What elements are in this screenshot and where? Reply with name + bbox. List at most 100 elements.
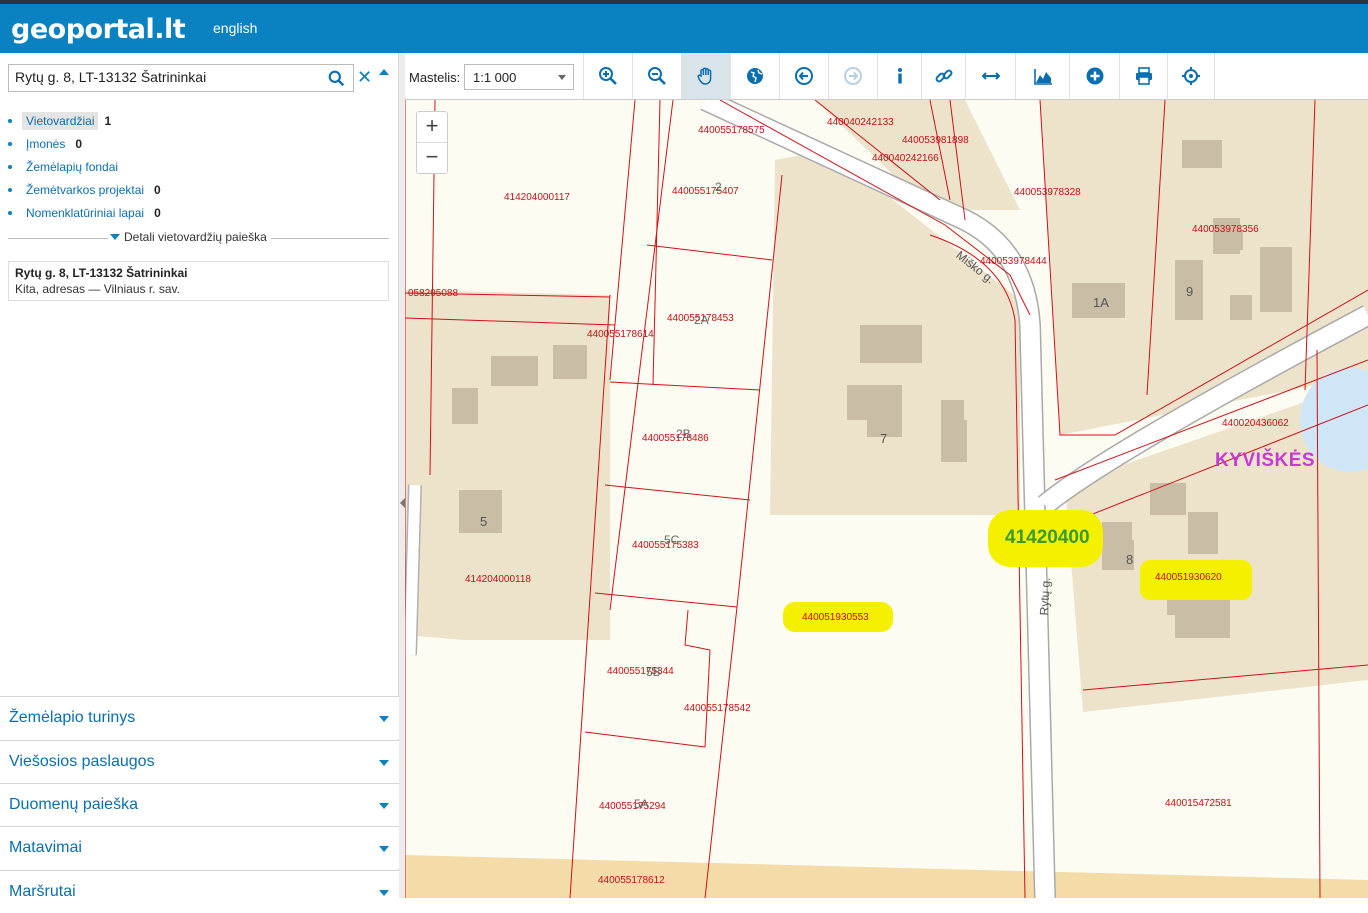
terrain-profile-icon [1033,69,1052,85]
map-toolbar: Mastelis: 1:1 000 [405,53,1368,100]
parcel-label[interactable]: 440015472581 [1165,798,1232,809]
parcel-label[interactable]: 440020436062 [1222,418,1289,429]
previous-extent-button[interactable] [779,53,828,99]
search-result-card[interactable]: Rytų g. 8, LT-13132 Šatrininkai Kita, ad… [8,261,389,301]
result-category-land-projects[interactable]: Žemėtvarkos projektai 0 [8,178,161,201]
result-category-nomenclature[interactable]: Nomenklatūriniai lapai 0 [8,201,161,224]
bullet [8,187,12,192]
category-label[interactable]: Įmonės [22,135,69,153]
map-zoom-control: + − [416,111,448,174]
globe-button[interactable] [730,53,779,99]
scale-label: Mastelis: [409,70,461,85]
hand-icon [697,67,712,85]
parcel-label[interactable]: 440051930620 [1155,572,1222,583]
parcel-label[interactable]: 440053978328 [1014,187,1081,198]
map-zoom-out-button[interactable]: − [417,142,447,172]
parcel-label[interactable]: 440055175407 [672,186,739,197]
accordion-data-search[interactable]: Duomenų paieška [0,783,399,826]
info-button[interactable] [877,53,921,99]
parcel-label[interactable]: 440055178614 [587,329,654,340]
parcel-label[interactable]: 058295088 [408,288,458,299]
caret-down-icon [379,846,389,852]
map-zoom-in-button[interactable]: + [417,112,447,142]
parcel-label[interactable]: 440040242166 [872,153,939,164]
locate-button[interactable] [1167,53,1215,99]
parcel-label[interactable]: 440055175344 [607,666,674,677]
result-title: Rytų g. 8, LT-13132 Šatrininkai [15,266,188,280]
result-category-companies[interactable]: Įmonės 0 [8,132,161,155]
geoportal-logo[interactable]: geoportal.lt [11,14,186,45]
detail-search-toggle[interactable]: Detali vietovardžių paieška [108,230,271,244]
accordion-public-services[interactable]: Viešosios paslaugos [0,740,399,783]
map-canvas[interactable]: 440055178575 440040242133 440053981898 4… [405,100,1368,898]
sidebar: ✕ Vietovardžiai 1 Įmonės 0 Žemėlapių fonda… [0,53,399,913]
next-extent-button[interactable] [828,53,877,99]
accordion-label: Duomenų paieška [9,796,138,813]
zoom-in-button[interactable] [583,53,632,99]
parcel-label[interactable]: 440040242133 [827,117,894,128]
link-icon [935,69,952,83]
measure-button[interactable] [965,53,1015,99]
zoom-in-icon [599,67,617,85]
parcel-label[interactable]: 414204000117 [504,192,570,203]
parcel-label[interactable]: 440055175294 [599,801,666,812]
result-category-placenames[interactable]: Vietovardžiai 1 [8,109,161,132]
map-labels: 440055178575 440040242133 440053981898 4… [405,100,1368,898]
zoom-out-icon [648,67,666,85]
app-header: geoportal.lt english [0,4,1368,53]
detail-search-label: Detali vietovardžių paieška [124,230,267,244]
measure-icon [981,72,1000,80]
caret-down-icon [379,803,389,809]
caret-down-icon [379,890,389,896]
category-label[interactable]: Žemėtvarkos projektai [22,181,148,199]
result-subtitle: Kita, adresas — Vilniaus r. sav. [15,282,180,296]
chevron-down-icon [558,75,566,80]
category-count: 0 [154,182,161,197]
parcel-label[interactable]: 440053978356 [1192,224,1259,235]
street-label: Rytų g. [1037,577,1053,616]
parcel-label[interactable]: 440055178575 [698,125,765,136]
arrow-left-icon [795,67,813,85]
pan-button[interactable] [681,53,730,99]
scale-select[interactable]: 1:1 000 [464,64,574,90]
profile-button[interactable] [1015,53,1069,99]
category-label[interactable]: Nomenklatūriniai lapai [22,204,148,222]
parcel-label[interactable]: 440055178542 [684,703,751,714]
accordion-label: Maršrutai [9,883,76,900]
category-label[interactable]: Žemėlapių fondai [22,158,122,176]
house-number: 7 [880,431,888,446]
scale-value: 1:1 000 [473,70,517,85]
link-button[interactable] [921,53,965,99]
parcel-label[interactable]: 440051930553 [802,612,869,623]
house-number: 9 [1186,284,1194,299]
parcel-label[interactable]: 440053978444 [980,256,1047,267]
zoom-out-button[interactable] [632,53,681,99]
house-number: 5A [634,797,649,811]
house-number: 2 [715,180,722,194]
bullet [8,118,12,123]
close-icon[interactable]: ✕ [357,67,372,88]
printer-icon [1135,67,1152,85]
category-label[interactable]: Vietovardžiai [22,111,99,130]
village-label: KYVIŠKĖS [1215,450,1316,471]
search-icon[interactable] [328,70,345,87]
parcel-label[interactable]: 440053981898 [902,135,969,146]
accordion-map-content[interactable]: Žemėlapio turinys [0,696,399,739]
add-button[interactable] [1069,53,1119,99]
caret-down-icon [379,716,389,722]
result-category-map-funds[interactable]: Žemėlapių fondai [8,155,161,178]
search-field[interactable] [8,64,354,92]
accordion-label: Žemėlapio turinys [9,709,136,726]
print-button[interactable] [1119,53,1167,99]
language-switch[interactable]: english [213,20,257,36]
search-input[interactable] [15,69,315,85]
parcel-label[interactable]: 414204000118 [465,574,531,585]
accordion-routes[interactable]: Maršrutai [0,870,399,913]
bullet [8,210,12,215]
chevron-up-icon[interactable] [378,67,390,77]
caret-down-icon [379,760,389,766]
parcel-label[interactable]: 440055178612 [598,875,665,886]
accordion-label: Matavimai [9,839,82,856]
highlight-label[interactable]: 41420400 [1005,527,1090,549]
accordion-measurements[interactable]: Matavimai [0,826,399,869]
